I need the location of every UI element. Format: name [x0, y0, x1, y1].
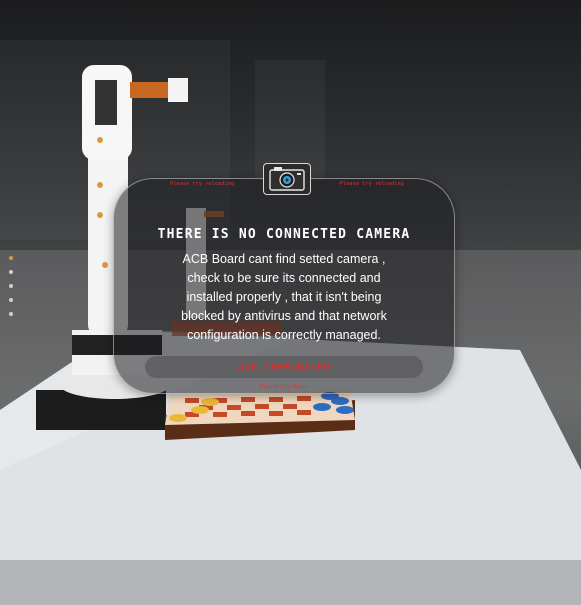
no-camera-modal: Please try reloading Please try reloadin… [113, 163, 455, 394]
message-line: configuration is correctly managed. [187, 328, 381, 342]
side-dot[interactable] [9, 270, 13, 274]
table-edge [0, 560, 581, 605]
modal-corner-right-text: Please try reloading [339, 181, 404, 187]
side-dot-active[interactable] [9, 256, 13, 260]
side-dot[interactable] [9, 298, 13, 302]
side-dot[interactable] [9, 312, 13, 316]
terminated-button[interactable]: ACB TERMINATED [145, 356, 423, 378]
message-line: installed properly , that it isn't being [186, 290, 382, 304]
robot-arm-cutout [95, 80, 117, 125]
camera-icon [263, 163, 311, 195]
robot-arm-cap [168, 78, 188, 102]
modal-message: ACB Board cant find setted camera , chec… [159, 250, 409, 345]
message-line: check to be sure its connected and [187, 271, 381, 285]
message-line: ACB Board cant find setted camera , [182, 252, 386, 266]
side-dot[interactable] [9, 284, 13, 288]
message-line: blocked by antivirus and that network [181, 309, 387, 323]
modal-corner-left-text: Please try reloading [170, 181, 235, 187]
modal-title: THERE IS NO CONNECTED CAMERA [157, 227, 411, 242]
side-indicator-dots [9, 256, 17, 326]
retry-link[interactable]: Please Try Again [114, 384, 454, 390]
